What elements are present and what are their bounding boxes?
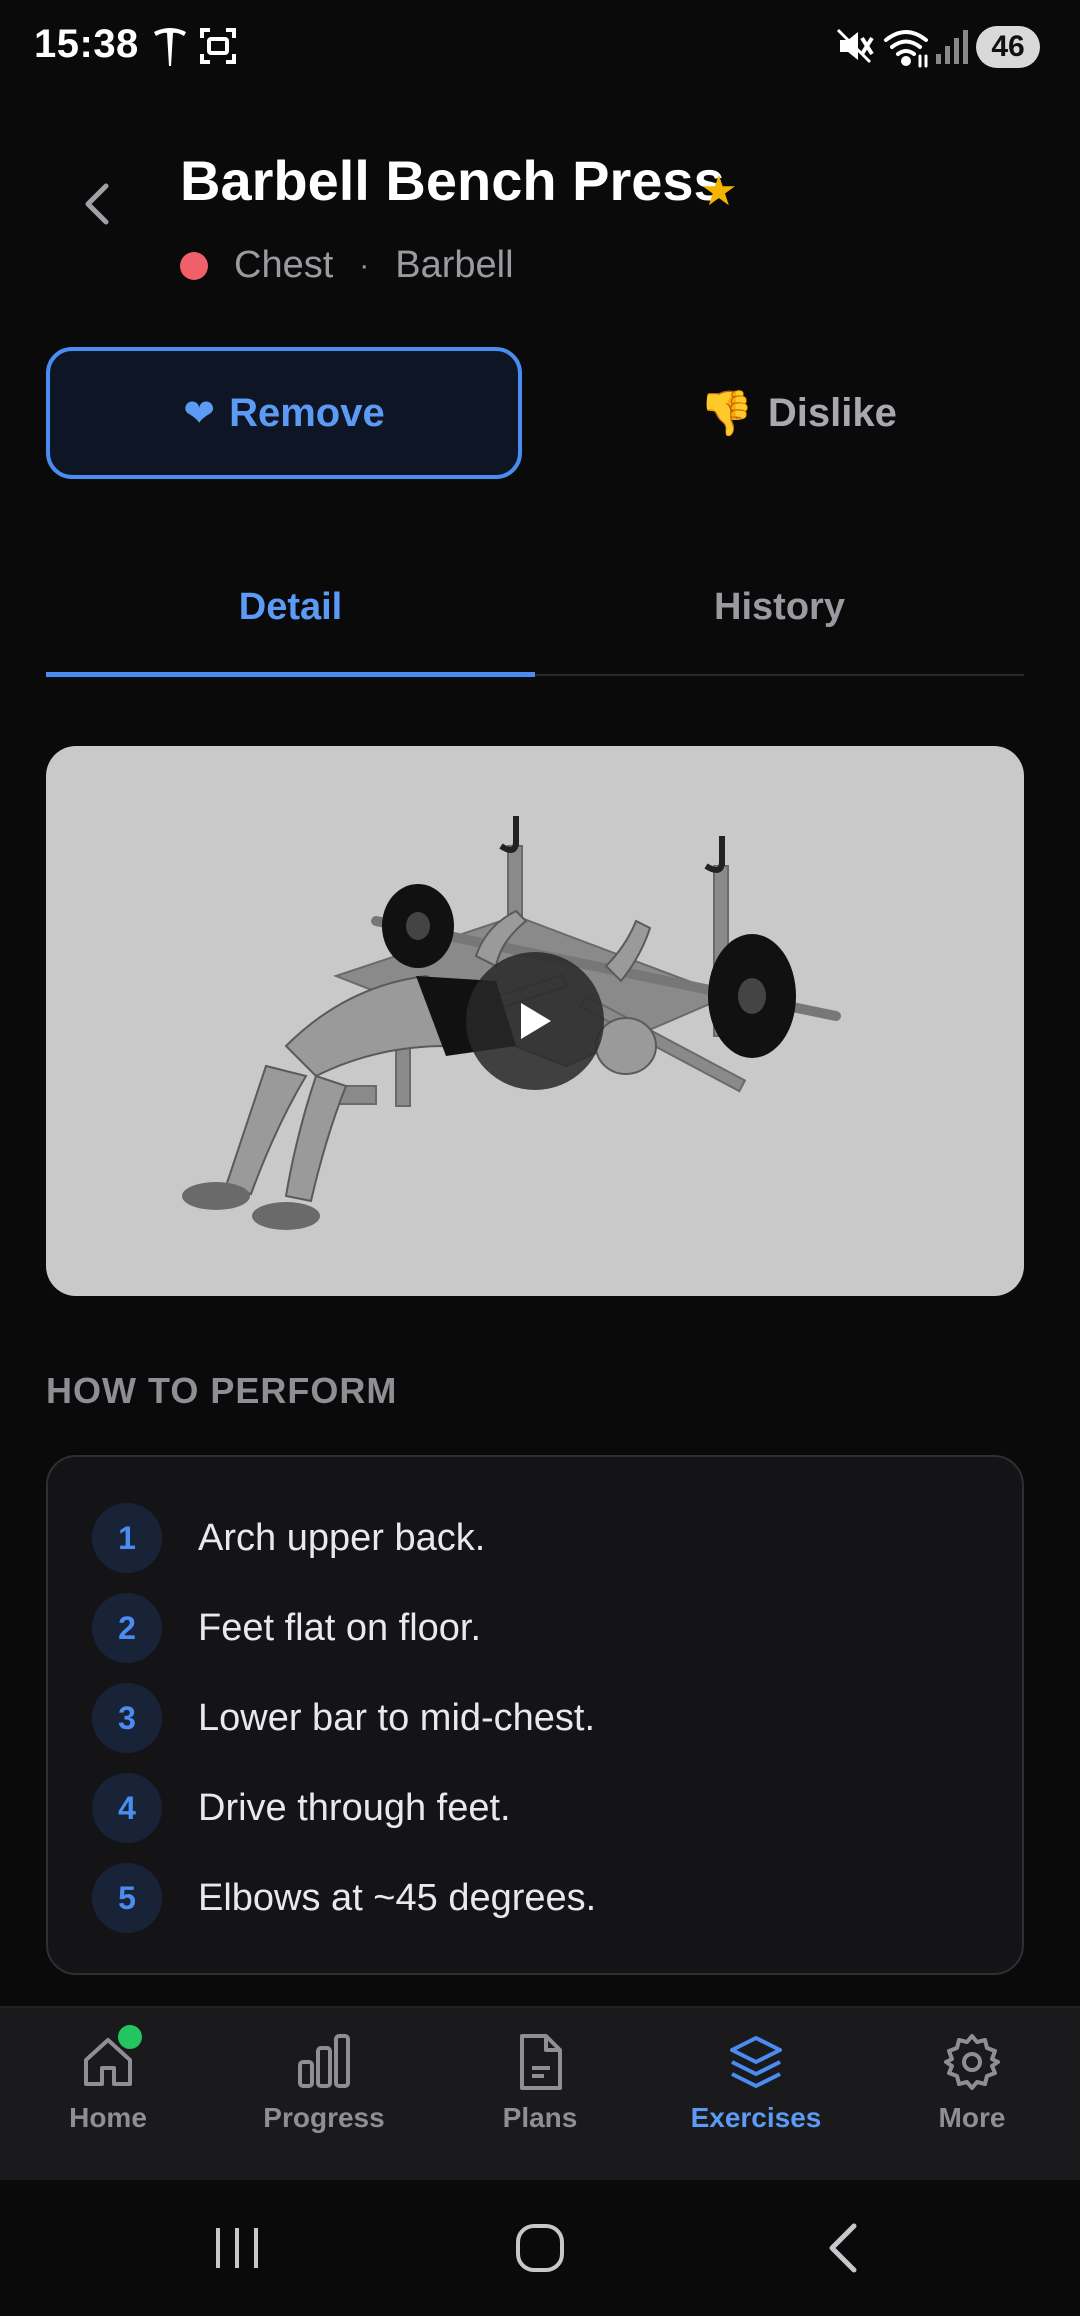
- step-number: 3: [92, 1683, 162, 1753]
- heart-icon: ❤: [183, 392, 216, 435]
- home-circle-icon: [516, 2224, 564, 2272]
- nav-exercises[interactable]: Exercises: [648, 2032, 864, 2134]
- layers-icon: [730, 2036, 782, 2088]
- back-system-button[interactable]: [820, 2220, 870, 2281]
- step-text: Lower bar to mid-chest.: [198, 1696, 596, 1739]
- step-number: 4: [92, 1773, 162, 1843]
- remove-label: Remove: [229, 390, 385, 435]
- equipment-label: Barbell: [395, 244, 514, 286]
- mute-icon: [834, 26, 874, 71]
- signal-icon: [934, 26, 968, 71]
- document-icon: [520, 2034, 562, 2090]
- step-number: 5: [92, 1863, 162, 1933]
- nav-progress[interactable]: Progress: [216, 2032, 432, 2134]
- dislike-button[interactable]: 👎 Dislike: [560, 347, 1036, 479]
- step-item: 5 Elbows at ~45 degrees.: [92, 1863, 596, 1933]
- step-item: 4 Drive through feet.: [92, 1773, 511, 1843]
- battery-indicator: 46: [976, 26, 1040, 68]
- notification-dot: [118, 2025, 142, 2049]
- step-item: 2 Feet flat on floor.: [92, 1593, 481, 1663]
- exercise-meta: Chest · Barbell: [180, 244, 514, 287]
- nav-label: Home: [69, 2102, 147, 2133]
- nav-label: Plans: [502, 2102, 578, 2133]
- muscle-label: Chest: [234, 244, 334, 286]
- step-text: Elbows at ~45 degrees.: [198, 1876, 597, 1919]
- bar-chart-icon: [298, 2034, 350, 2088]
- page-title: Barbell Bench Press: [180, 149, 725, 212]
- exercise-video[interactable]: [46, 746, 1024, 1296]
- step-item: 1 Arch upper back.: [92, 1503, 485, 1573]
- gear-icon: [944, 2034, 1000, 2090]
- separator: ·: [359, 248, 370, 282]
- play-icon: [521, 1003, 551, 1039]
- thumbs-down-icon: 👎: [699, 389, 754, 438]
- star-icon: ★: [700, 167, 738, 214]
- tab-detail[interactable]: Detail: [46, 570, 535, 677]
- step-item: 3 Lower bar to mid-chest.: [92, 1683, 595, 1753]
- system-nav-bar: [0, 2180, 1080, 2316]
- back-arrow-icon: [829, 2223, 857, 2273]
- play-button[interactable]: [466, 952, 604, 1090]
- recent-apps-button[interactable]: [212, 2220, 262, 2281]
- nav-more[interactable]: More: [864, 2032, 1080, 2134]
- tab-bar: Detail History: [46, 570, 1024, 677]
- tesla-icon: [150, 26, 190, 73]
- tab-history[interactable]: History: [535, 570, 1024, 674]
- bottom-nav: Home Progress Plans Exercises More: [0, 2006, 1080, 2180]
- nav-label: Progress: [263, 2102, 385, 2133]
- nav-label: Exercises: [690, 2102, 822, 2133]
- step-number: 1: [92, 1503, 162, 1573]
- remove-favorite-button[interactable]: ❤ Remove: [46, 347, 522, 479]
- nav-label: More: [938, 2102, 1006, 2133]
- chevron-left-icon: [85, 183, 109, 225]
- step-text: Drive through feet.: [198, 1786, 511, 1829]
- status-bar: 15:38 46: [0, 0, 1080, 96]
- status-time: 15:38: [34, 22, 139, 66]
- step-number: 2: [92, 1593, 162, 1663]
- dislike-label: Dislike: [767, 390, 897, 435]
- nav-home[interactable]: Home: [0, 2032, 216, 2134]
- muscle-color-dot: [180, 251, 208, 280]
- step-text: Arch upper back.: [198, 1516, 486, 1559]
- back-button[interactable]: [70, 176, 126, 232]
- step-text: Feet flat on floor.: [198, 1606, 482, 1649]
- home-system-button[interactable]: [512, 2220, 568, 2281]
- recent-apps-icon: [216, 2228, 258, 2268]
- nav-plans[interactable]: Plans: [432, 2032, 648, 2134]
- steps-card: 1 Arch upper back. 2 Feet flat on floor.…: [46, 1455, 1024, 1975]
- section-title: HOW TO PERFORM: [46, 1370, 398, 1411]
- screenshot-icon: [198, 26, 238, 71]
- wifi-icon: [882, 26, 930, 73]
